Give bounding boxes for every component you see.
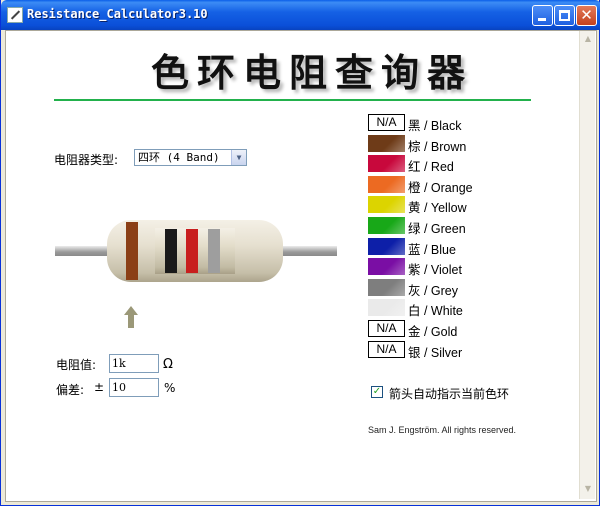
color-row-brown[interactable]: 棕 / Brown (368, 134, 568, 154)
resistor-lead-left (55, 246, 113, 256)
resistor-band-3[interactable] (186, 229, 198, 273)
color-name: 绿 / Green (408, 222, 466, 236)
color-name: 灰 / Grey (408, 283, 459, 298)
vertical-scrollbar[interactable]: ▲ ▼ (579, 31, 595, 499)
maximize-button[interactable] (554, 5, 575, 26)
tolerance-input[interactable]: 10 (109, 378, 159, 397)
page-title: 色环电阻查询器 (151, 50, 474, 95)
color-swatch[interactable] (368, 278, 405, 296)
color-name: 棕 / Brown (408, 139, 467, 154)
resistor-lead-right (277, 246, 337, 256)
band-pointer-arrow-icon (124, 306, 138, 328)
close-icon: ✕ (580, 6, 593, 24)
color-name: 金 / Gold (408, 325, 458, 339)
app-window: Resistance_Calculator3.10 ✕ ▲ ▼ 色环电阻查询器 … (0, 0, 600, 506)
color-swatch[interactable]: N/A (368, 114, 405, 131)
resistor-band-2[interactable] (165, 229, 177, 273)
window-title: Resistance_Calculator3.10 (27, 7, 208, 21)
copyright-credit: Sam J. Engström. All rights reserved. (368, 425, 517, 435)
color-row-orange[interactable]: 橙 / Orange (368, 175, 568, 195)
color-swatch[interactable] (368, 155, 405, 173)
color-name: 红 / Red (408, 160, 454, 175)
color-swatch[interactable]: N/A (368, 340, 405, 358)
color-name: 紫 / Violet (408, 263, 462, 278)
color-row-green[interactable]: 绿 / Green (368, 216, 568, 236)
color-name: 橙 / Orange (408, 180, 473, 195)
color-name: 黑 / Black (408, 119, 462, 133)
resistor-band-1[interactable] (126, 222, 138, 280)
title-divider (54, 99, 531, 101)
app-icon (7, 7, 23, 23)
resistance-label: 电阻值: (56, 358, 97, 372)
resistance-input[interactable]: 1k (109, 354, 159, 373)
tolerance-plus-minus: ± (94, 380, 105, 394)
color-swatch[interactable] (368, 299, 405, 317)
color-row-grey[interactable]: 灰 / Grey (368, 278, 568, 298)
color-row-silver[interactable]: N/A 银 / Silver (368, 340, 568, 360)
color-name: 蓝 / Blue (408, 242, 456, 257)
color-swatch[interactable] (368, 134, 405, 152)
color-swatch[interactable] (368, 237, 405, 255)
color-row-blue[interactable]: 蓝 / Blue (368, 237, 568, 257)
color-name: 银 / Silver (408, 345, 463, 360)
maximize-icon (559, 10, 570, 21)
color-row-white[interactable]: 白 / White (368, 298, 568, 319)
minimize-icon (538, 18, 546, 21)
scroll-up-icon[interactable]: ▲ (581, 32, 595, 46)
color-name: 黄 / Yellow (408, 201, 467, 216)
color-row-yellow[interactable]: 黄 / Yellow (368, 195, 568, 216)
auto-arrow-label[interactable]: 箭头自动指示当前色环 (389, 385, 509, 402)
resistor-band-4[interactable] (208, 229, 220, 273)
color-name: 白 / White (408, 304, 463, 319)
color-row-violet[interactable]: 紫 / Violet (368, 257, 568, 278)
resistor-type-select[interactable]: 四环 (4 Band) ▼ (134, 149, 247, 166)
resistance-unit: Ω (163, 357, 173, 372)
color-row-gold[interactable]: N/A 金 / Gold (368, 319, 568, 339)
tolerance-unit: % (164, 381, 176, 395)
tolerance-label: 偏差: (56, 383, 85, 397)
minimize-button[interactable] (532, 5, 553, 26)
resistor-type-label: 电阻器类型: (54, 153, 119, 167)
resistor-type-value: 四环 (4 Band) (138, 151, 220, 164)
title-bar[interactable]: Resistance_Calculator3.10 ✕ (1, 0, 600, 30)
auto-arrow-checkbox[interactable]: ✓ (371, 386, 383, 398)
color-swatch[interactable]: N/A (368, 320, 405, 337)
close-button[interactable]: ✕ (576, 5, 597, 26)
color-swatch[interactable] (368, 175, 405, 193)
scroll-down-icon[interactable]: ▼ (581, 482, 595, 496)
color-swatch[interactable] (368, 258, 405, 276)
color-swatch[interactable] (368, 196, 405, 214)
color-row-black[interactable]: N/A 黑 / Black (368, 113, 568, 133)
color-row-red[interactable]: 红 / Red (368, 154, 568, 175)
color-swatch[interactable] (368, 217, 405, 234)
chevron-down-icon[interactable]: ▼ (231, 150, 246, 165)
resistor-illustration (55, 200, 340, 300)
